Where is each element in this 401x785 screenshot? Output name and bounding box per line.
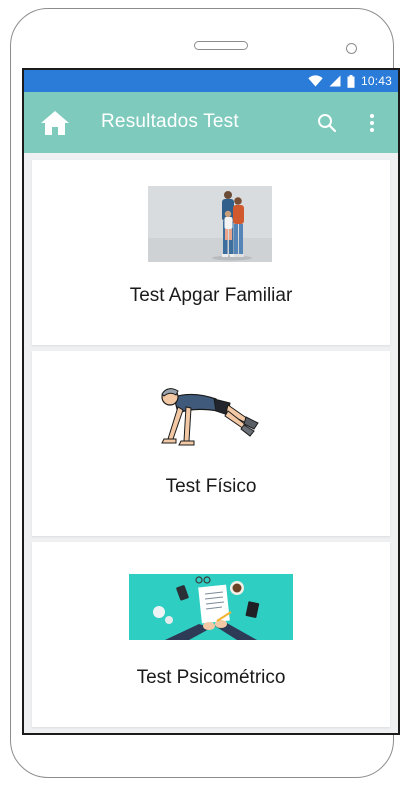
app-screen: 10:43 Resultados Test Test Apgar Familia… bbox=[22, 68, 400, 735]
desk-writing-illustration bbox=[129, 574, 293, 640]
card-label-fisico: Test Físico bbox=[165, 476, 257, 497]
more-vert-icon bbox=[370, 114, 374, 132]
family-photo bbox=[148, 186, 272, 262]
search-button[interactable] bbox=[317, 113, 337, 133]
status-icons: 10:43 bbox=[308, 74, 392, 88]
test-list: Test Apgar Familiar Test Físico Test Psi… bbox=[24, 153, 398, 733]
status-bar: 10:43 bbox=[24, 70, 398, 92]
card-label-apgar: Test Apgar Familiar bbox=[129, 285, 293, 306]
card-test-apgar-familiar[interactable]: Test Apgar Familiar bbox=[32, 160, 390, 345]
card-test-fisico[interactable]: Test Físico bbox=[32, 351, 390, 536]
home-icon bbox=[41, 111, 69, 135]
app-title: Resultados Test bbox=[101, 111, 239, 132]
pushup-illustration bbox=[148, 377, 260, 459]
card-test-psicometrico[interactable]: Test Psicométrico bbox=[32, 542, 390, 727]
search-icon bbox=[318, 114, 337, 133]
card-label-psicometrico: Test Psicométrico bbox=[136, 667, 286, 688]
status-time: 10:43 bbox=[360, 74, 392, 88]
battery-icon bbox=[347, 74, 355, 88]
speaker-grille bbox=[194, 41, 248, 50]
signal-icon bbox=[329, 75, 341, 87]
front-camera bbox=[346, 43, 357, 54]
wifi-icon bbox=[308, 75, 323, 87]
overflow-menu-button[interactable] bbox=[367, 113, 377, 133]
home-button[interactable] bbox=[40, 110, 70, 136]
app-bar: Resultados Test bbox=[24, 92, 398, 153]
